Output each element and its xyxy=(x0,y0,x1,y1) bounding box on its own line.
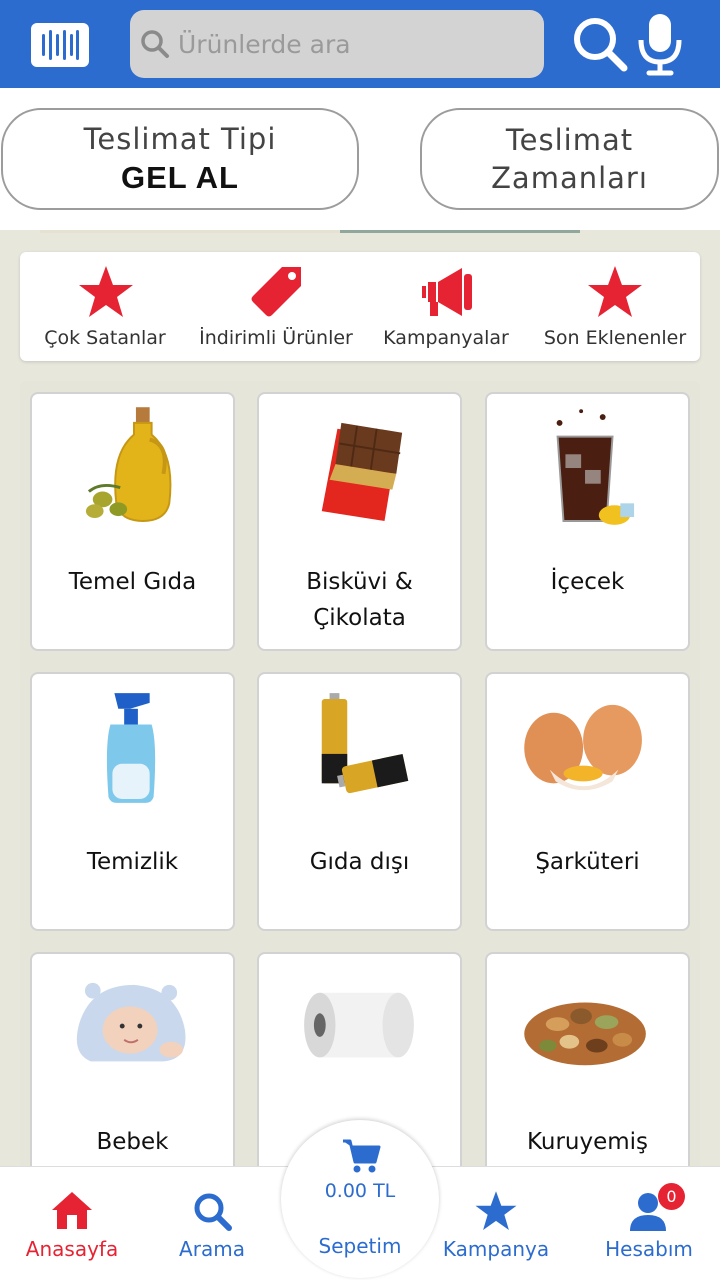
category-label: Şarküteri xyxy=(535,849,640,875)
search-icon[interactable] xyxy=(570,14,630,74)
megaphone-icon xyxy=(422,268,472,316)
quick-link-discounted[interactable]: İndirimli Ürünler xyxy=(192,252,360,361)
baby-image xyxy=(76,982,186,1062)
batteries-image xyxy=(321,693,409,794)
cart-label: Sepetim xyxy=(318,1234,402,1258)
notification-badge: 0 xyxy=(658,1183,685,1210)
nav-account[interactable]: Hesabım xyxy=(594,1167,704,1280)
barcode-icon xyxy=(42,30,79,60)
category-label: İçecek xyxy=(550,569,625,595)
delivery-type-value: GEL AL xyxy=(121,160,239,195)
nav-campaign-label: Kampanya xyxy=(442,1237,550,1261)
nav-campaign[interactable]: Kampanya xyxy=(438,1167,554,1280)
quick-links-bar: Çok Satanlar İndirimli Ürünler Kampanyal… xyxy=(20,252,700,361)
delivery-time-label-line2: Zamanları xyxy=(491,161,648,195)
star-icon xyxy=(475,1191,517,1230)
nav-home[interactable]: Anasayfa xyxy=(12,1167,132,1280)
cart-button[interactable]: 0.00 TL Sepetim xyxy=(281,1120,439,1278)
star-icon xyxy=(79,266,133,317)
delivery-type-label: Teslimat Tipi xyxy=(83,122,277,156)
quick-link-label: Kampanyalar xyxy=(383,327,509,349)
category-label: Bebek xyxy=(96,1129,169,1155)
search-icon xyxy=(194,1193,232,1231)
top-app-bar xyxy=(0,0,720,88)
category-label: Kuruyemiş xyxy=(526,1129,649,1155)
nav-account-label: Hesabım xyxy=(605,1237,693,1261)
quick-link-label: Son Eklenenler xyxy=(543,327,687,349)
delivery-type-button[interactable]: Teslimat Tipi GEL AL xyxy=(1,108,359,210)
category-card-cleaning[interactable]: Temizlik xyxy=(30,672,235,931)
star-icon xyxy=(588,266,642,317)
nav-search[interactable]: Arama xyxy=(160,1167,264,1280)
delivery-time-button[interactable]: Teslimat Zamanları xyxy=(420,108,719,210)
cart-total: 0.00 TL xyxy=(324,1180,396,1202)
spray-bottle-image xyxy=(106,693,156,803)
chocolate-bar-image xyxy=(321,422,403,521)
shopping-cart-icon xyxy=(343,1139,381,1173)
quick-link-new-arrivals[interactable]: Son Eklenenler xyxy=(540,252,690,361)
category-label: Gıda dışı xyxy=(309,849,410,875)
search-input[interactable] xyxy=(178,29,518,59)
category-label: Temizlik xyxy=(86,849,179,875)
delivery-panel: Teslimat Tipi GEL AL Teslimat Zamanları xyxy=(0,88,720,230)
category-card-non-food[interactable]: Gıda dışı xyxy=(257,672,462,931)
nav-search-label: Arama xyxy=(179,1237,245,1261)
microphone-icon[interactable] xyxy=(636,12,684,76)
price-tag-icon xyxy=(251,267,301,317)
search-icon xyxy=(141,30,169,58)
category-card-beverage[interactable]: İçecek xyxy=(485,392,690,651)
home-icon xyxy=(52,1192,92,1229)
category-card-biscuit-chocolate[interactable]: Bisküvi & Çikolata xyxy=(257,392,462,651)
quick-link-best-sellers[interactable]: Çok Satanlar xyxy=(40,252,170,361)
barcode-scanner-button[interactable] xyxy=(31,23,89,67)
mixed-nuts-image xyxy=(524,1002,646,1066)
paper-roll-image xyxy=(304,992,414,1058)
category-grid: Temel Gıda Bisküvi & Çikolata İçecek Tem… xyxy=(20,381,700,1211)
nav-home-label: Anasayfa xyxy=(25,1237,119,1261)
quick-link-label: Çok Satanlar xyxy=(44,327,166,349)
category-label: Bisküvi & Çikolata xyxy=(306,569,413,631)
banner-slider[interactable] xyxy=(0,230,720,236)
category-card-basic-food[interactable]: Temel Gıda xyxy=(30,392,235,651)
eggs-image xyxy=(524,704,642,791)
category-card-deli[interactable]: Şarküteri xyxy=(485,672,690,931)
quick-link-label: İndirimli Ürünler xyxy=(199,327,353,349)
olive-oil-image xyxy=(85,407,172,522)
category-label: Temel Gıda xyxy=(68,569,197,595)
cola-glass-image xyxy=(556,409,635,525)
delivery-time-label-line1: Teslimat xyxy=(505,123,634,157)
search-bar[interactable] xyxy=(130,10,544,78)
quick-link-campaigns[interactable]: Kampanyalar xyxy=(376,252,516,361)
